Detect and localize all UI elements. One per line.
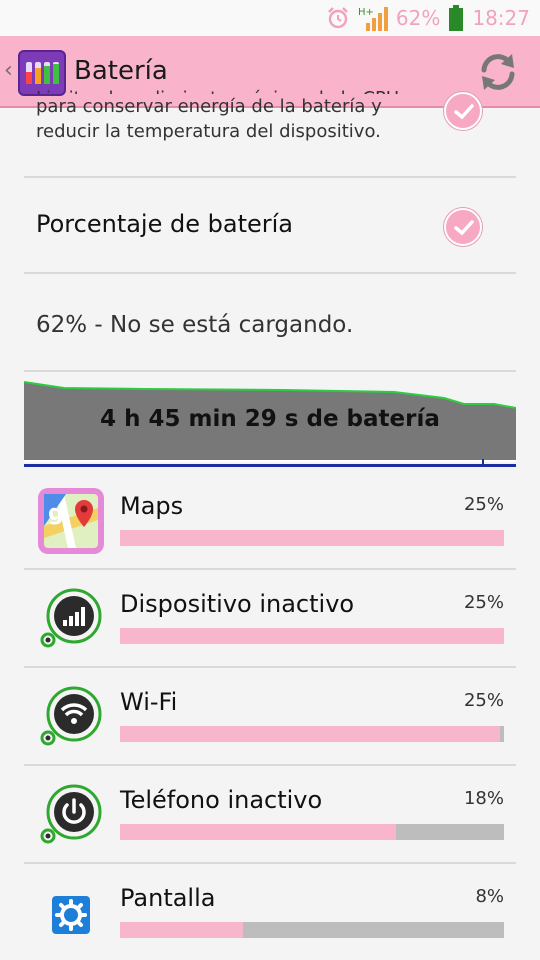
- battery-percentage-checkbox[interactable]: [444, 208, 482, 246]
- usage-name: Teléfono inactivo: [120, 786, 323, 814]
- battery-percentage-label: Porcentaje de batería: [36, 210, 293, 238]
- usage-percent: 18%: [463, 788, 504, 809]
- usage-bar: [120, 922, 504, 938]
- maps-icon: g: [36, 486, 106, 556]
- refresh-icon[interactable]: [476, 50, 520, 94]
- battery-history-graph[interactable]: 4 h 45 min 29 s de batería: [23, 374, 517, 470]
- signal-icon: H+: [358, 7, 388, 31]
- battery-percentage-setting[interactable]: Porcentaje de batería: [24, 178, 516, 274]
- usage-bar-fill: [120, 726, 501, 742]
- usage-bar-fill: [120, 530, 504, 546]
- usage-name: Dispositivo inactivo: [120, 590, 355, 618]
- power-icon: [36, 780, 106, 850]
- power-saving-description: Limite el rendimiento máximo de la CPU p…: [36, 88, 436, 144]
- svg-text:H+: H+: [358, 7, 374, 18]
- usage-item-wifi[interactable]: Wi-Fi 25%: [24, 668, 516, 766]
- power-saving-desc-line1: para conservar energía de la batería y: [36, 96, 382, 117]
- usage-bar: [120, 824, 504, 840]
- usage-percent: 25%: [463, 494, 504, 515]
- back-caret-icon[interactable]: ‹: [4, 58, 13, 83]
- svg-text:g: g: [48, 501, 64, 526]
- power-saving-checkbox[interactable]: [444, 92, 482, 130]
- display-settings-icon: [36, 878, 106, 948]
- battery-icon: [449, 5, 464, 31]
- usage-name: Pantalla: [120, 884, 216, 912]
- usage-bar: [120, 726, 504, 742]
- usage-percent: 25%: [463, 690, 504, 711]
- power-saving-desc-line2: reducir la temperatura del dispositivo.: [36, 121, 381, 142]
- cell-standby-icon: [36, 584, 106, 654]
- usage-item-display[interactable]: Pantalla 8%: [24, 864, 516, 960]
- battery-status-text: 62% - No se está cargando.: [36, 312, 354, 338]
- usage-bar-fill: [120, 824, 397, 840]
- usage-item-phone-idle[interactable]: Teléfono inactivo 18%: [24, 766, 516, 864]
- usage-bar-fill: [120, 628, 504, 644]
- usage-percent: 25%: [463, 592, 504, 613]
- power-saving-partial-line: Limite el rendimiento máximo de la CPU: [36, 86, 436, 94]
- usage-percent: 8%: [475, 886, 504, 907]
- usage-bar: [120, 628, 504, 644]
- page-title: Batería: [74, 56, 168, 86]
- usage-name: Wi-Fi: [120, 688, 178, 716]
- usage-item-maps[interactable]: g Maps 25%: [24, 472, 516, 570]
- status-clock: 18:27: [472, 6, 530, 30]
- battery-status-row: 62% - No se está cargando.: [24, 274, 516, 372]
- usage-bar-fill: [120, 922, 243, 938]
- power-saving-setting[interactable]: Limite el rendimiento máximo de la CPU p…: [24, 88, 516, 178]
- status-battery-percent: 62%: [395, 6, 441, 30]
- wifi-icon: [36, 682, 106, 752]
- usage-name: Maps: [120, 492, 184, 520]
- status-bar: H+ 62% 18:27: [0, 0, 540, 36]
- usage-item-cell-standby[interactable]: Dispositivo inactivo 25%: [24, 570, 516, 668]
- usage-bar: [120, 530, 504, 546]
- alarm-icon: [328, 7, 348, 29]
- battery-time-label: 4 h 45 min 29 s de batería: [100, 406, 440, 432]
